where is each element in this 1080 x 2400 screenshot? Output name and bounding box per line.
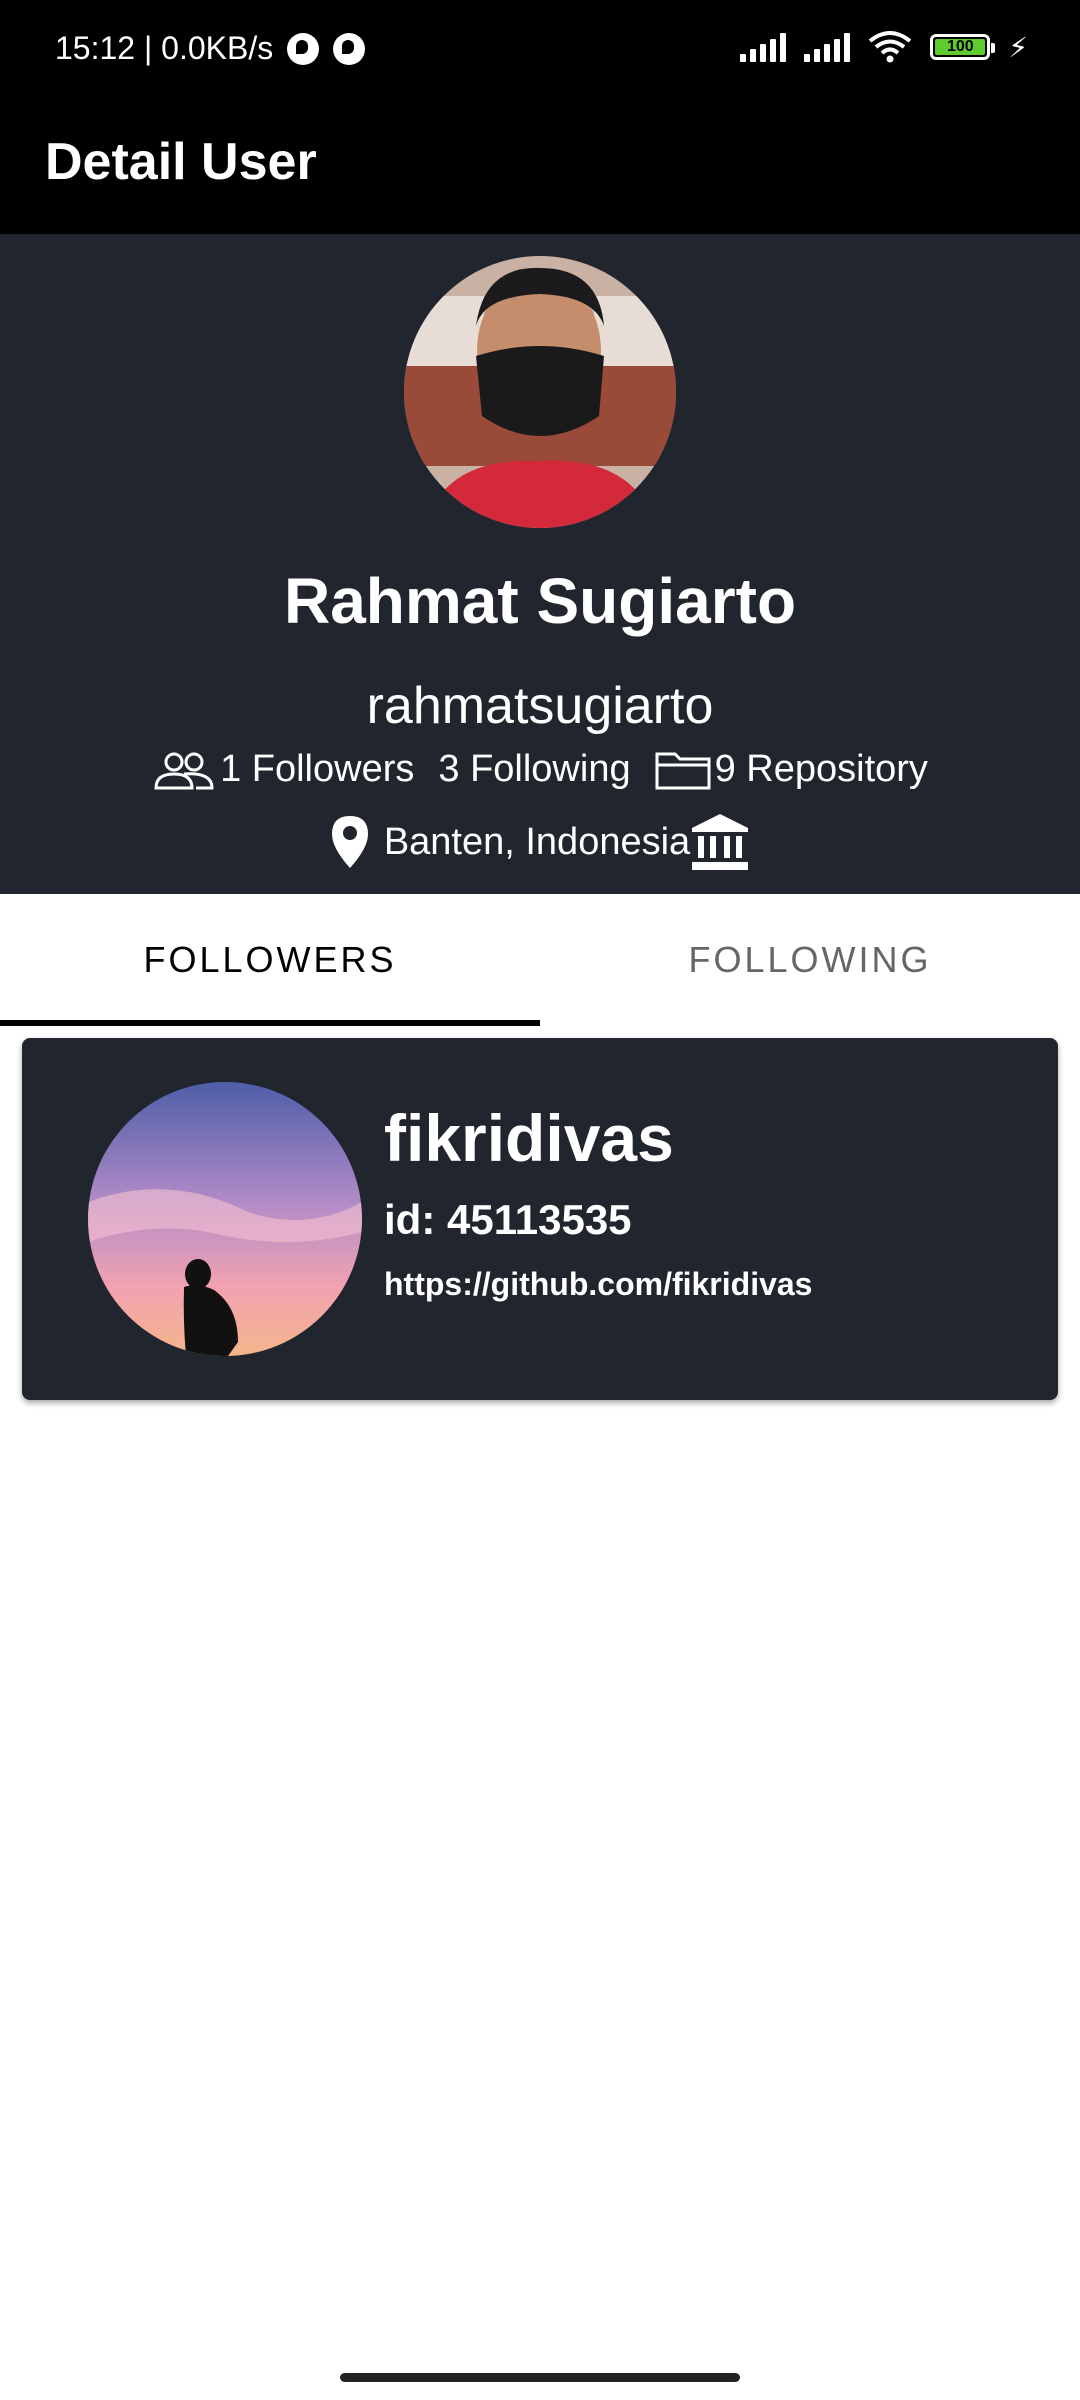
status-time-speed: 15:12 | 0.0KB/s [55, 30, 274, 66]
signal-strength-icon [740, 32, 787, 62]
user-location-row: Banten, Indonesia [0, 812, 1080, 872]
user-full-name: Rahmat Sugiarto [283, 565, 797, 637]
repository-count: 9 Repository [714, 748, 928, 790]
profile-avatar [404, 256, 676, 528]
folder-icon [655, 752, 711, 789]
user-login: rahmatsugiarto [366, 677, 714, 735]
company-building-icon [692, 814, 749, 870]
wifi-icon [869, 31, 912, 63]
location-pin-icon [331, 816, 368, 868]
tab-following[interactable]: FOLLOWING [540, 894, 1080, 1026]
notification-app-icon [287, 32, 320, 65]
people-icon [154, 752, 214, 789]
user-location: Banten, Indonesia [383, 820, 691, 863]
profile-header: Rahmat Sugiarto rahmatsugiarto 1 Followe… [0, 234, 1080, 894]
follower-login: fikridivas [384, 1101, 674, 1175]
user-stats: 1 Followers 3 Following 9 Repository [0, 748, 1080, 791]
follower-avatar [88, 1082, 362, 1356]
notification-app-icon [333, 32, 366, 65]
followers-count: 1 Followers [220, 748, 415, 790]
charging-bolt-icon: ⚡ [1008, 31, 1028, 63]
home-indicator[interactable] [340, 2373, 740, 2382]
battery-level: 100 [935, 39, 986, 55]
battery-icon: 100 [930, 34, 996, 60]
signal-strength-icon [804, 32, 851, 62]
tab-selected-indicator [0, 1020, 540, 1026]
follower-id: id: 45113535 [384, 1196, 632, 1243]
page-title: Detail User [45, 133, 317, 191]
tab-bar: FOLLOWERS FOLLOWING [0, 894, 1080, 1026]
app-bar: Detail User [0, 104, 1080, 234]
list-item-follower[interactable]: fikridivas id: 45113535 https://github.c… [22, 1038, 1058, 1400]
tab-followers[interactable]: FOLLOWERS [0, 894, 540, 1026]
following-count: 3 Following [438, 748, 631, 790]
status-bar: 15:12 | 0.0KB/s 100 ⚡ [0, 0, 1080, 104]
follower-url[interactable]: https://github.com/fikridivas [384, 1266, 812, 1303]
